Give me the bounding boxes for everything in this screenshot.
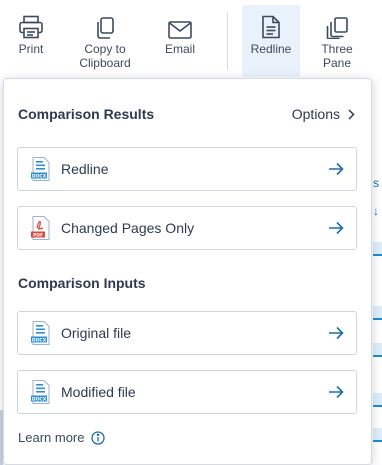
arrow-right-icon <box>329 162 344 176</box>
redline-result-row[interactable]: DOCX Redline <box>17 147 357 191</box>
arrow-right-icon <box>329 326 344 340</box>
print-label: Print <box>18 42 44 56</box>
background-row <box>373 343 382 357</box>
document-icon <box>261 5 281 39</box>
toolbar: Print Copy to Clipboard Email Redline Th… <box>0 0 382 80</box>
learn-more-link[interactable]: Learn more <box>18 430 106 445</box>
copy-to-clipboard-button[interactable]: Copy to Clipboard <box>72 5 138 77</box>
svg-text:DOCX: DOCX <box>32 337 47 343</box>
original-file-label: Original file <box>61 325 132 341</box>
redline-result-label: Redline <box>61 161 109 177</box>
print-button[interactable]: Print <box>4 5 58 77</box>
chevron-right-icon <box>348 108 355 120</box>
changed-pages-result-row[interactable]: PDF Changed Pages Only <box>17 206 357 250</box>
docx-file-icon: DOCX <box>31 380 50 404</box>
toolbar-divider <box>227 12 228 70</box>
comparison-inputs-heading: Comparison Inputs <box>18 275 146 291</box>
options-link[interactable]: Options <box>292 106 355 122</box>
background-row <box>373 242 382 256</box>
options-label: Options <box>291 106 340 122</box>
background-row <box>373 428 382 442</box>
three-pane-label: Three Pane <box>321 42 353 70</box>
arrow-right-icon <box>329 221 344 235</box>
copy-icon <box>95 5 115 39</box>
copy-label: Copy to Clipboard <box>79 42 131 70</box>
changed-pages-result-label: Changed Pages Only <box>61 220 195 236</box>
learn-more-label: Learn more <box>18 430 85 445</box>
background-row <box>373 393 382 407</box>
info-icon <box>91 430 106 445</box>
comparison-results-heading: Comparison Results <box>18 106 155 122</box>
three-pane-button[interactable]: Three Pane <box>312 5 362 77</box>
modified-file-label: Modified file <box>61 384 136 400</box>
background-sort-icon: ↓ <box>373 204 379 218</box>
redline-label: Redline <box>250 42 292 56</box>
svg-text:DOCX: DOCX <box>32 173 47 179</box>
docx-file-icon: DOCX <box>31 157 50 181</box>
modified-file-row[interactable]: DOCX Modified file <box>17 370 357 414</box>
redline-button[interactable]: Redline <box>242 5 300 77</box>
email-button[interactable]: Email <box>152 5 208 77</box>
pdf-file-icon: PDF <box>31 216 50 240</box>
printer-icon <box>18 5 44 39</box>
original-file-row[interactable]: DOCX Original file <box>17 311 357 355</box>
svg-text:PDF: PDF <box>33 232 43 238</box>
background-row <box>373 306 382 320</box>
three-pane-icon <box>326 5 348 39</box>
docx-file-icon: DOCX <box>31 321 50 345</box>
background-text: s <box>373 176 379 190</box>
email-label: Email <box>164 42 195 56</box>
export-dropdown-panel: Comparison Results Options DOCX Redline … <box>3 78 372 465</box>
svg-text:DOCX: DOCX <box>32 396 47 402</box>
arrow-right-icon <box>329 385 344 399</box>
envelope-icon <box>168 5 192 39</box>
